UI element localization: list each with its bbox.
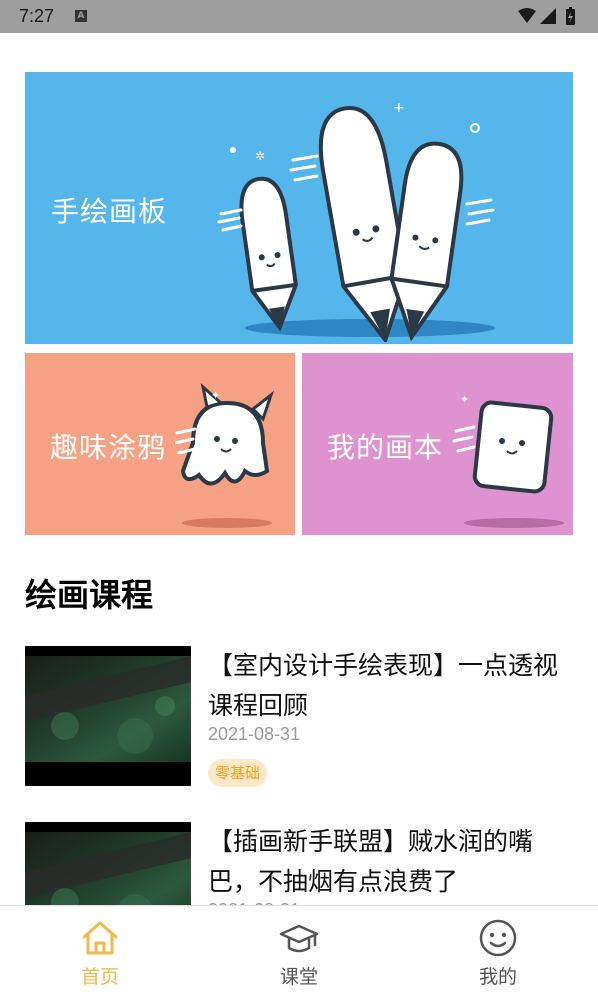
wifi-icon [518,8,536,23]
my-sketchbook-banner[interactable]: 我的画本 ✦ [302,353,573,535]
ghost-mascot-illustration: ✦ [175,383,274,528]
tab-label: 首页 [80,966,119,988]
svg-text:✦: ✦ [460,393,469,406]
course-item[interactable]: 【插画新手联盟】贼水润的嘴巴，不抽烟有点浪费了 2021-08-31 [25,822,573,912]
tab-home[interactable]: 首页 [40,906,160,999]
course-title: 【插画新手联盟】贼水润的嘴巴，不抽烟有点浪费了 [208,827,534,896]
hand-draw-board-banner[interactable]: 手绘画板 + ✲ [25,72,573,344]
course-title: 【室内设计手绘表现】一点透视课程回顾 [208,651,559,720]
svg-text:✦: ✦ [211,389,220,402]
signal-icon [540,8,556,24]
course-item[interactable]: 【室内设计手绘表现】一点透视课程回顾 2021-08-31 零基础 [25,646,573,791]
fun-doodle-banner[interactable]: 趣味涂鸦 ✦ [25,353,295,535]
course-date: 2021-08-31 [208,724,301,744]
bottom-tab-bar: 首页 课堂 我的 [0,905,598,999]
section-title: 绘画课程 [25,576,154,614]
graduation-cap-icon [279,924,319,953]
tab-classroom[interactable]: 课堂 [239,906,359,999]
svg-text:+: + [393,100,405,116]
course-thumbnail [25,822,191,912]
tab-label: 课堂 [279,966,318,988]
course-thumbnail [25,646,191,786]
status-bar: 7:27 A [0,0,598,33]
svg-text:✲: ✲ [255,149,265,163]
level-badge: 零基础 [208,759,268,787]
banner-label: 趣味涂鸦 [50,431,167,464]
home-icon [82,921,118,955]
smiley-face-icon [479,919,517,957]
tab-label: 我的 [478,966,517,988]
banner-label: 我的画本 [327,431,444,464]
status-icons [518,7,575,25]
app-notification-icon: A [75,10,87,22]
sketchbook-mascot-illustration: ✦ [452,393,564,528]
tab-mine[interactable]: 我的 [438,906,558,999]
banner-label: 手绘画板 [51,195,168,228]
pencil-mascots-illustration: + ✲ [217,100,495,342]
course-thumbnail-image [25,656,191,762]
status-time: 7:27 [19,6,55,26]
course-thumbnail-image [25,832,191,912]
battery-icon [566,7,575,25]
